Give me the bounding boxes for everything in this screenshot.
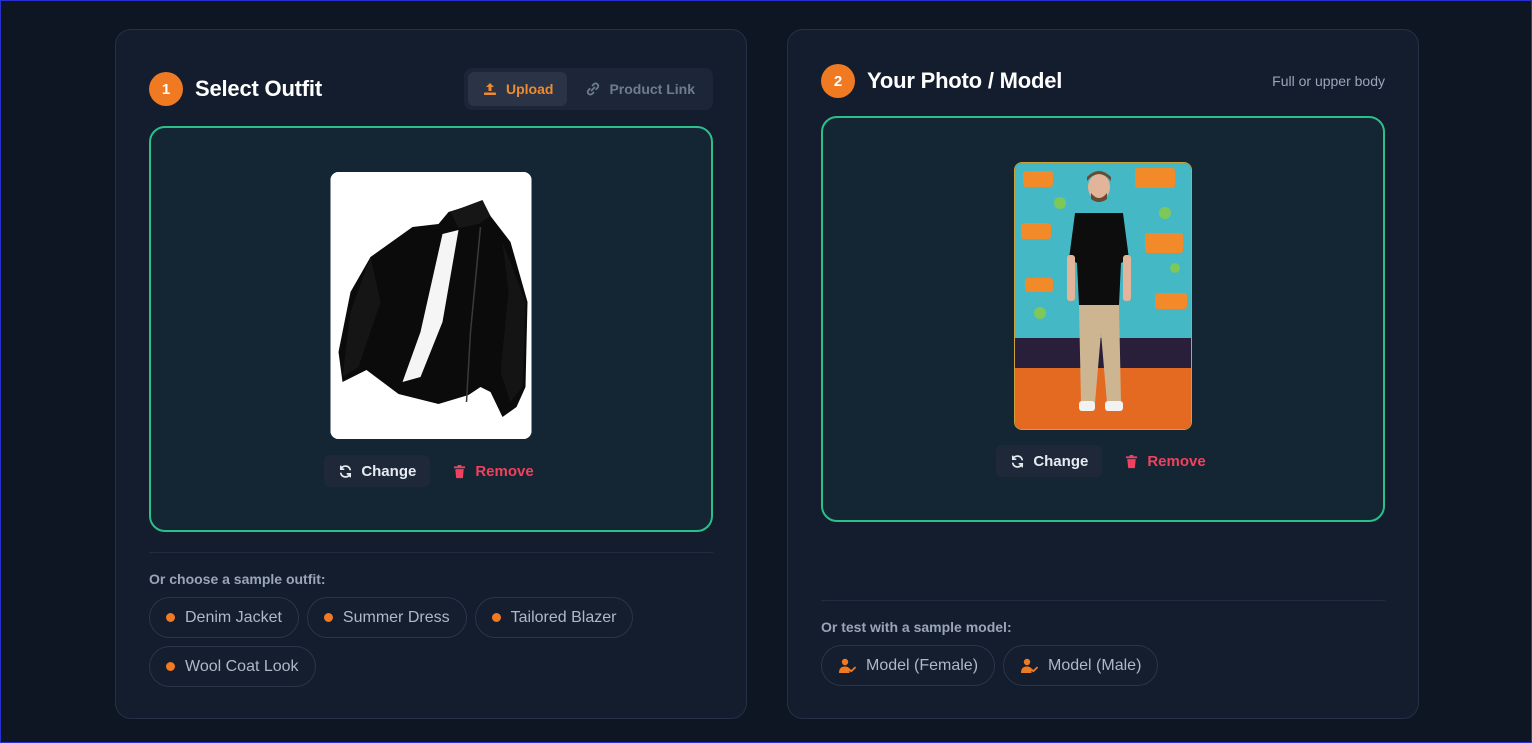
source-toggle: Upload Product Link bbox=[463, 68, 713, 110]
remove-label: Remove bbox=[475, 462, 534, 480]
sample-model-chips: Model (Female) Model (Male) bbox=[821, 645, 1385, 686]
change-label: Change bbox=[361, 462, 417, 480]
sample-outfit-denim-jacket[interactable]: Denim Jacket bbox=[149, 597, 299, 638]
model-actions: Change Remove bbox=[823, 445, 1383, 477]
outfit-actions: Change Remove bbox=[151, 455, 711, 487]
upload-icon bbox=[483, 83, 496, 95]
link-icon bbox=[587, 82, 600, 96]
outfit-preview-image bbox=[330, 172, 532, 439]
change-label: Change bbox=[1033, 452, 1089, 470]
remove-label: Remove bbox=[1147, 452, 1206, 470]
model-header: 2 Your Photo / Model Full or upper body bbox=[821, 64, 1385, 98]
trash-icon bbox=[1126, 454, 1138, 468]
user-check-icon bbox=[1021, 658, 1038, 673]
user-check-icon bbox=[839, 658, 856, 673]
model-preview-image bbox=[1014, 162, 1192, 430]
sample-outfit-label: Or choose a sample outfit: bbox=[149, 571, 326, 587]
panel-title: Your Photo / Model bbox=[867, 68, 1063, 93]
model-photo bbox=[1015, 163, 1191, 429]
chip-label: Summer Dress bbox=[342, 608, 450, 626]
jacket-image bbox=[330, 172, 532, 439]
chip-label: Model (Male) bbox=[1048, 656, 1142, 674]
dot-icon bbox=[323, 613, 333, 622]
trash-icon bbox=[454, 464, 466, 478]
chip-label: Denim Jacket bbox=[185, 608, 282, 626]
step-badge: 2 bbox=[821, 64, 855, 98]
chip-label: Wool Coat Look bbox=[185, 657, 299, 675]
divider bbox=[821, 600, 1385, 601]
change-outfit-button[interactable]: Change bbox=[324, 455, 431, 487]
sample-outfit-chips: Denim Jacket Summer Dress Tailored Blaze… bbox=[149, 597, 713, 687]
dot-icon bbox=[166, 662, 175, 671]
sample-outfit-tailored-blazer[interactable]: Tailored Blazer bbox=[474, 597, 634, 638]
sample-model-label: Or test with a sample model: bbox=[821, 619, 1012, 635]
sample-outfit-summer-dress[interactable]: Summer Dress bbox=[306, 597, 467, 638]
panel-title: Select Outfit bbox=[195, 76, 322, 101]
dot-icon bbox=[166, 613, 175, 622]
chip-label: Model (Female) bbox=[866, 656, 979, 674]
outfit-panel: 1 Select Outfit Upload Product Link Chan… bbox=[115, 29, 747, 719]
change-model-button[interactable]: Change bbox=[996, 445, 1103, 477]
sample-model-female[interactable]: Model (Female) bbox=[821, 645, 996, 686]
step-badge: 1 bbox=[149, 72, 183, 106]
chip-label: Tailored Blazer bbox=[510, 608, 617, 626]
sample-outfit-wool-coat-look[interactable]: Wool Coat Look bbox=[149, 646, 316, 687]
outfit-dropzone[interactable]: Change Remove bbox=[149, 126, 713, 532]
tab-product-link[interactable]: Product Link bbox=[571, 72, 709, 106]
dot-icon bbox=[491, 613, 501, 622]
remove-outfit-button[interactable]: Remove bbox=[448, 455, 537, 487]
divider bbox=[149, 552, 713, 553]
model-dropzone[interactable]: Change Remove bbox=[821, 116, 1385, 522]
tab-upload-label: Upload bbox=[505, 81, 554, 97]
sample-model-male[interactable]: Model (Male) bbox=[1003, 645, 1159, 686]
outfit-header: 1 Select Outfit Upload Product Link bbox=[149, 68, 713, 110]
model-panel: 2 Your Photo / Model Full or upper body bbox=[787, 29, 1419, 719]
refresh-icon bbox=[1012, 454, 1024, 468]
refresh-icon bbox=[340, 464, 352, 478]
remove-model-button[interactable]: Remove bbox=[1120, 445, 1209, 477]
panel-hint: Full or upper body bbox=[1272, 73, 1385, 89]
tab-product-link-label: Product Link bbox=[609, 81, 695, 97]
tab-upload[interactable]: Upload bbox=[467, 72, 568, 106]
